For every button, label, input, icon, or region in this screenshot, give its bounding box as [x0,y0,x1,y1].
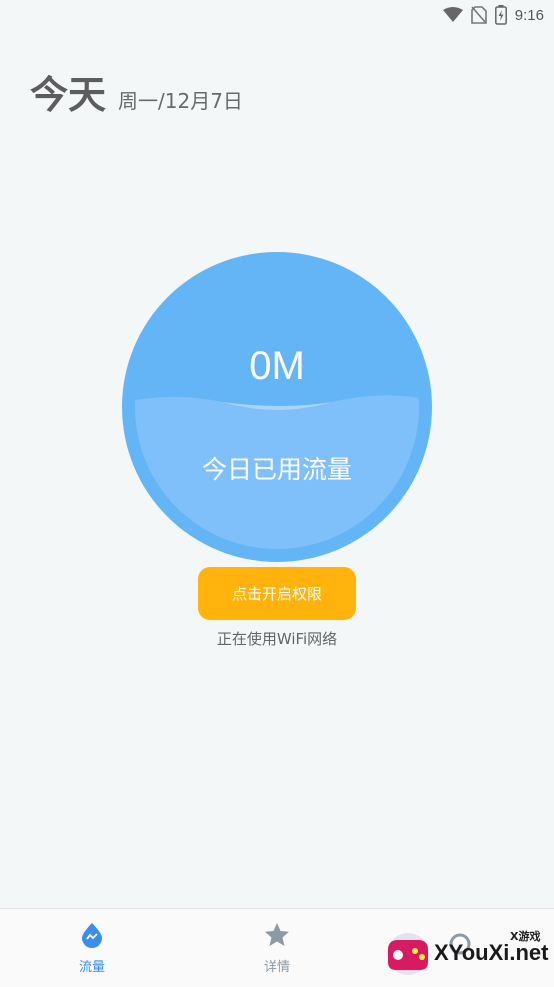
status-bar: 9:16 [0,0,554,30]
wifi-icon [442,7,463,23]
usage-label: 今日已用流量 [201,455,352,484]
water-drop-icon [80,922,104,952]
watermark: X游戏 XYouXi.net [384,928,550,980]
no-sim-icon [470,6,487,24]
nav-item-traffic[interactable]: 流量 [32,909,152,987]
enable-permission-button[interactable]: 点击开启权限 [198,567,356,620]
enable-permission-label: 点击开启权限 [231,585,322,603]
nav-label-details: 详情 [263,959,290,975]
battery-icon [494,5,507,25]
status-time: 9:16 [514,6,544,24]
usage-value: 0M [249,344,305,388]
header: 今天 周一/12月7日 [30,64,243,119]
traffic-gauge: 0M 今日已用流量 [122,252,432,562]
watermark-logo [387,933,429,975]
nav-item-details[interactable]: 详情 [217,909,337,987]
gauge-graphic [122,252,432,562]
watermark-text: XYouXi.net [434,940,549,965]
date-label: 周一/12月7日 [118,89,243,113]
page-title: 今天 [30,73,107,117]
star-icon [264,922,290,952]
nav-label-traffic: 流量 [78,959,105,975]
network-status: 正在使用WiFi网络 [216,630,338,648]
